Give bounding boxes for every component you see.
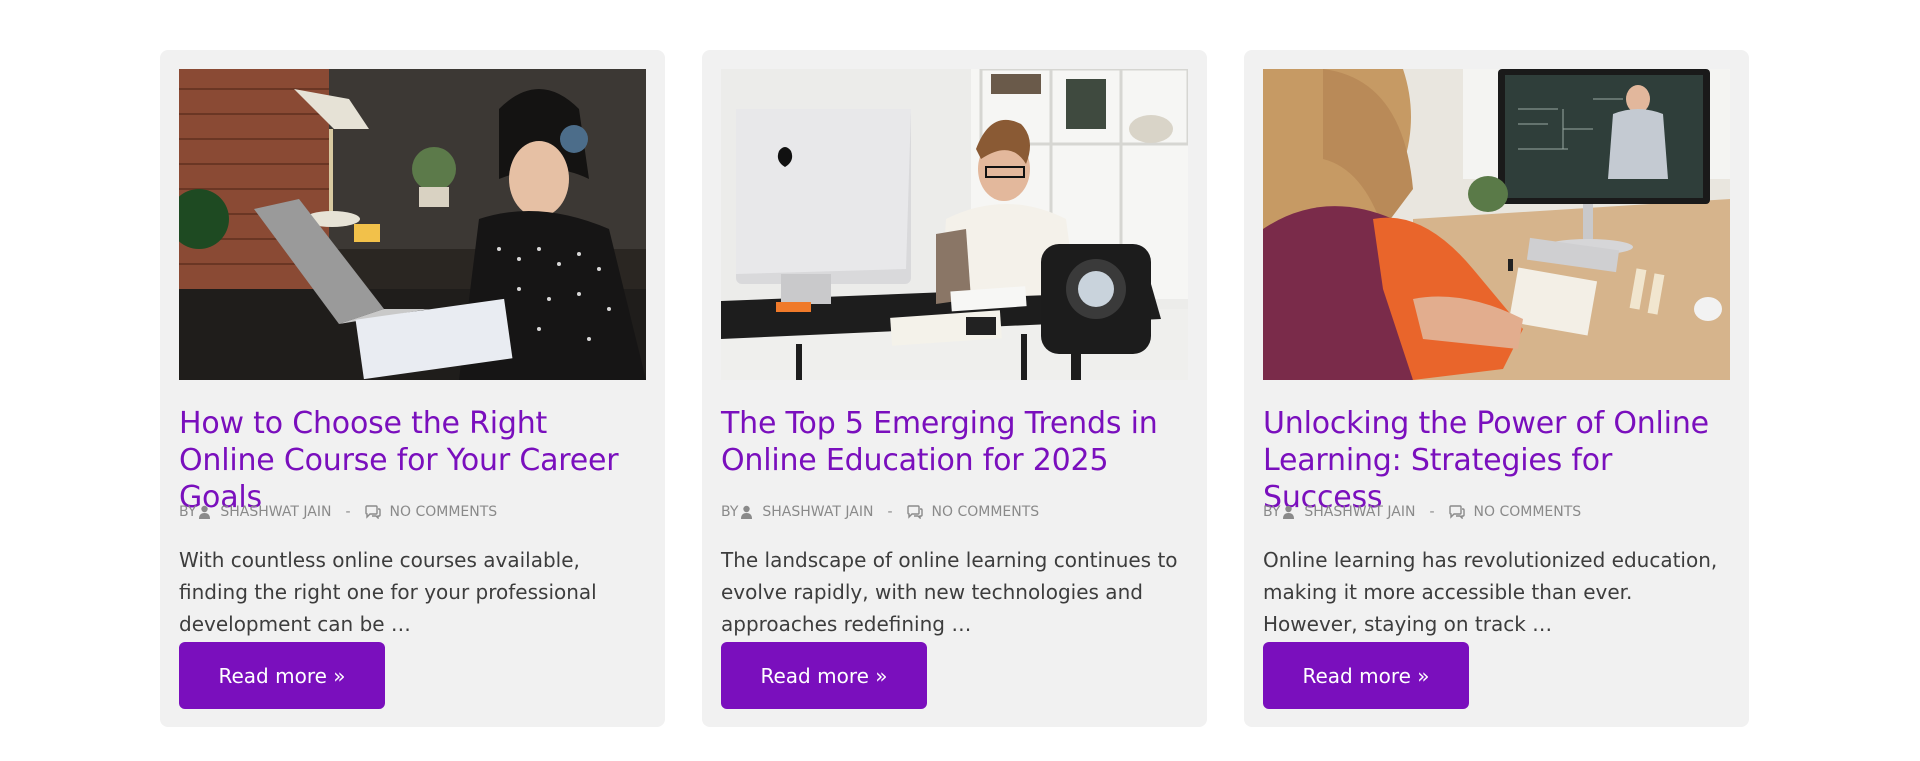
- post-meta: BY SHASHWAT JAIN - NO COMMENTS: [721, 502, 1191, 522]
- author-link[interactable]: SHASHWAT JAIN: [220, 504, 331, 520]
- blog-posts-grid: How to Choose the Right Online Course fo…: [0, 0, 1920, 761]
- post-excerpt: Online learning has revolutionized educa…: [1263, 548, 1718, 636]
- read-more-button[interactable]: Read more »: [1263, 642, 1469, 709]
- by-label: BY: [179, 504, 197, 520]
- read-more-button[interactable]: Read more »: [721, 642, 927, 709]
- post-card: Unlocking the Power of Online Learning: …: [1244, 50, 1749, 727]
- post-meta: BY SHASHWAT JAIN - NO COMMENTS: [179, 502, 649, 522]
- post-card: The Top 5 Emerging Trends in Online Educ…: [702, 50, 1207, 727]
- post-thumbnail[interactable]: [179, 69, 646, 380]
- user-icon: [199, 505, 211, 519]
- meta-separator: -: [1429, 504, 1435, 520]
- author-link[interactable]: SHASHWAT JAIN: [1304, 504, 1415, 520]
- meta-separator: -: [887, 504, 893, 520]
- comment-icon: [364, 505, 381, 520]
- post-thumbnail[interactable]: [721, 69, 1188, 380]
- post-card: How to Choose the Right Online Course fo…: [160, 50, 665, 727]
- post-title[interactable]: Unlocking the Power of Online Learning: …: [1263, 405, 1733, 516]
- post-excerpt: With countless online courses available,…: [179, 548, 597, 636]
- post-title[interactable]: The Top 5 Emerging Trends in Online Educ…: [721, 405, 1191, 479]
- post-thumbnail-image: [179, 69, 646, 380]
- post-thumbnail-image: [721, 69, 1188, 380]
- post-thumbnail[interactable]: [1263, 69, 1730, 380]
- comments-link[interactable]: NO COMMENTS: [1474, 504, 1582, 520]
- comment-icon: [906, 505, 923, 520]
- comments-link[interactable]: NO COMMENTS: [932, 504, 1040, 520]
- post-thumbnail-image: [1263, 69, 1730, 380]
- user-icon: [741, 505, 753, 519]
- post-excerpt: The landscape of online learning continu…: [721, 548, 1178, 636]
- post-meta: BY SHASHWAT JAIN - NO COMMENTS: [1263, 502, 1733, 522]
- comments-link[interactable]: NO COMMENTS: [390, 504, 498, 520]
- by-label: BY: [721, 504, 739, 520]
- read-more-button[interactable]: Read more »: [179, 642, 385, 709]
- author-link[interactable]: SHASHWAT JAIN: [762, 504, 873, 520]
- by-label: BY: [1263, 504, 1281, 520]
- post-title[interactable]: How to Choose the Right Online Course fo…: [179, 405, 649, 516]
- user-icon: [1283, 505, 1295, 519]
- comment-icon: [1448, 505, 1465, 520]
- meta-separator: -: [345, 504, 351, 520]
